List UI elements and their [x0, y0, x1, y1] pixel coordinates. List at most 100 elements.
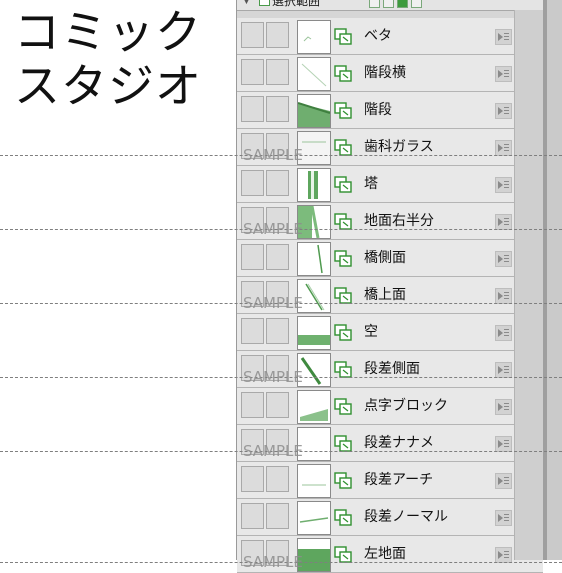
- layer-thumbnail: [297, 94, 331, 128]
- visibility-checkbox[interactable]: [241, 503, 264, 529]
- layer-name: 空: [364, 324, 378, 340]
- layer-menu-icon[interactable]: [495, 399, 512, 415]
- layer-type-icon: [334, 250, 352, 267]
- lock-checkbox[interactable]: [266, 503, 289, 529]
- layer-menu-icon[interactable]: [495, 510, 512, 526]
- layer-name: 階段横: [364, 65, 406, 81]
- header-label: 選択範囲: [272, 0, 321, 8]
- layer-name: 段差ナナメ: [364, 435, 434, 451]
- visibility-checkbox[interactable]: [241, 170, 264, 196]
- watermark-text: SAMPLE: [243, 294, 303, 312]
- lock-checkbox[interactable]: [266, 59, 289, 85]
- layer-thumbnail: [297, 242, 331, 276]
- layer-type-icon: [334, 28, 352, 45]
- title-line-2: スタジオ: [14, 59, 202, 113]
- visibility-checkbox[interactable]: [241, 22, 264, 48]
- watermark-text: SAMPLE: [243, 442, 303, 460]
- layer-thumbnail: [297, 464, 331, 498]
- layer-menu-icon[interactable]: [495, 214, 512, 230]
- header-button-1[interactable]: [369, 0, 380, 8]
- layer-type-icon: [334, 324, 352, 341]
- layer-name: 左地面: [364, 546, 406, 562]
- layer-menu-icon[interactable]: [495, 29, 512, 45]
- layer-type-icon: [334, 213, 352, 230]
- layer-type-icon: [334, 435, 352, 452]
- layer-thumbnail: [297, 20, 331, 54]
- visibility-checkbox[interactable]: [241, 318, 264, 344]
- panel-header: ▼ 選択範囲: [237, 0, 543, 11]
- lock-checkbox[interactable]: [266, 244, 289, 270]
- visibility-checkbox[interactable]: [241, 392, 264, 418]
- layer-row[interactable]: 空: [237, 314, 543, 351]
- visibility-checkbox[interactable]: [241, 96, 264, 122]
- layer-row[interactable]: 段差ノーマル: [237, 499, 543, 536]
- visibility-checkbox[interactable]: [241, 244, 264, 270]
- layer-row[interactable]: 塔: [237, 166, 543, 203]
- layer-type-icon: [334, 287, 352, 304]
- layer-type-icon: [334, 509, 352, 526]
- lock-checkbox[interactable]: [266, 22, 289, 48]
- visibility-checkbox[interactable]: [241, 466, 264, 492]
- layer-name: 階段: [364, 102, 392, 118]
- layer-name: 歯科ガラス: [364, 139, 434, 155]
- layer-row[interactable]: 点字ブロック: [237, 388, 543, 425]
- layer-menu-icon[interactable]: [495, 66, 512, 82]
- layer-type-icon: [334, 361, 352, 378]
- layer-menu-icon[interactable]: [495, 436, 512, 452]
- layer-name: 点字ブロック: [364, 398, 448, 414]
- layer-menu-icon[interactable]: [495, 140, 512, 156]
- layer-menu-icon[interactable]: [495, 177, 512, 193]
- layer-row[interactable]: 階段: [237, 92, 543, 129]
- layer-type-icon: [334, 65, 352, 82]
- layer-type-icon: [334, 139, 352, 156]
- visibility-checkbox[interactable]: [241, 59, 264, 85]
- layer-type-icon: [334, 472, 352, 489]
- layer-name: 地面右半分: [364, 213, 434, 229]
- watermark-text: SAMPLE: [243, 146, 303, 164]
- layer-thumbnail: [297, 501, 331, 535]
- layer-thumbnail: [297, 390, 331, 424]
- lock-checkbox[interactable]: [266, 170, 289, 196]
- layer-type-icon: [334, 176, 352, 193]
- collapse-triangle-icon[interactable]: ▼: [243, 0, 250, 10]
- lock-checkbox[interactable]: [266, 392, 289, 418]
- selection-icon: [259, 0, 270, 6]
- layer-row[interactable]: 橋側面: [237, 240, 543, 277]
- layer-menu-icon[interactable]: [495, 362, 512, 378]
- panel-edge: [543, 0, 562, 560]
- layer-menu-icon[interactable]: [495, 473, 512, 489]
- header-buttons: [369, 0, 425, 13]
- layer-name: 塔: [364, 176, 378, 192]
- layer-thumbnail: [297, 316, 331, 350]
- layer-name: 段差側面: [364, 361, 420, 377]
- layer-type-icon: [334, 546, 352, 563]
- layer-name: 段差ノーマル: [364, 509, 448, 525]
- watermark-text: SAMPLE: [243, 368, 303, 386]
- lock-checkbox[interactable]: [266, 466, 289, 492]
- layer-row[interactable]: 階段横: [237, 55, 543, 92]
- watermark-text: SAMPLE: [243, 553, 303, 571]
- layer-name: 段差アーチ: [364, 472, 434, 488]
- layer-row[interactable]: ベタ: [237, 18, 543, 55]
- layer-thumbnail: [297, 57, 331, 91]
- layer-thumbnail: [297, 168, 331, 202]
- header-button-4[interactable]: [411, 0, 422, 8]
- layer-panel: ▼ 選択範囲 ベタ階段横階段歯科ガラス塔地面右半分橋側面橋上面空段差側面点字ブロ…: [236, 0, 544, 573]
- layer-row[interactable]: 段差アーチ: [237, 462, 543, 499]
- layer-type-icon: [334, 398, 352, 415]
- scrollbar[interactable]: [514, 10, 544, 560]
- layer-menu-icon[interactable]: [495, 251, 512, 267]
- layer-menu-icon[interactable]: [495, 288, 512, 304]
- layer-name: 橋側面: [364, 250, 406, 266]
- header-button-2[interactable]: [383, 0, 394, 8]
- layer-menu-icon[interactable]: [495, 325, 512, 341]
- lock-checkbox[interactable]: [266, 96, 289, 122]
- layer-menu-icon[interactable]: [495, 547, 512, 563]
- lock-checkbox[interactable]: [266, 318, 289, 344]
- layer-menu-icon[interactable]: [495, 103, 512, 119]
- header-button-3[interactable]: [397, 0, 408, 8]
- watermark-text: SAMPLE: [243, 220, 303, 238]
- layer-type-icon: [334, 102, 352, 119]
- layer-name: 橋上面: [364, 287, 406, 303]
- title-line-1: コミック: [14, 5, 202, 59]
